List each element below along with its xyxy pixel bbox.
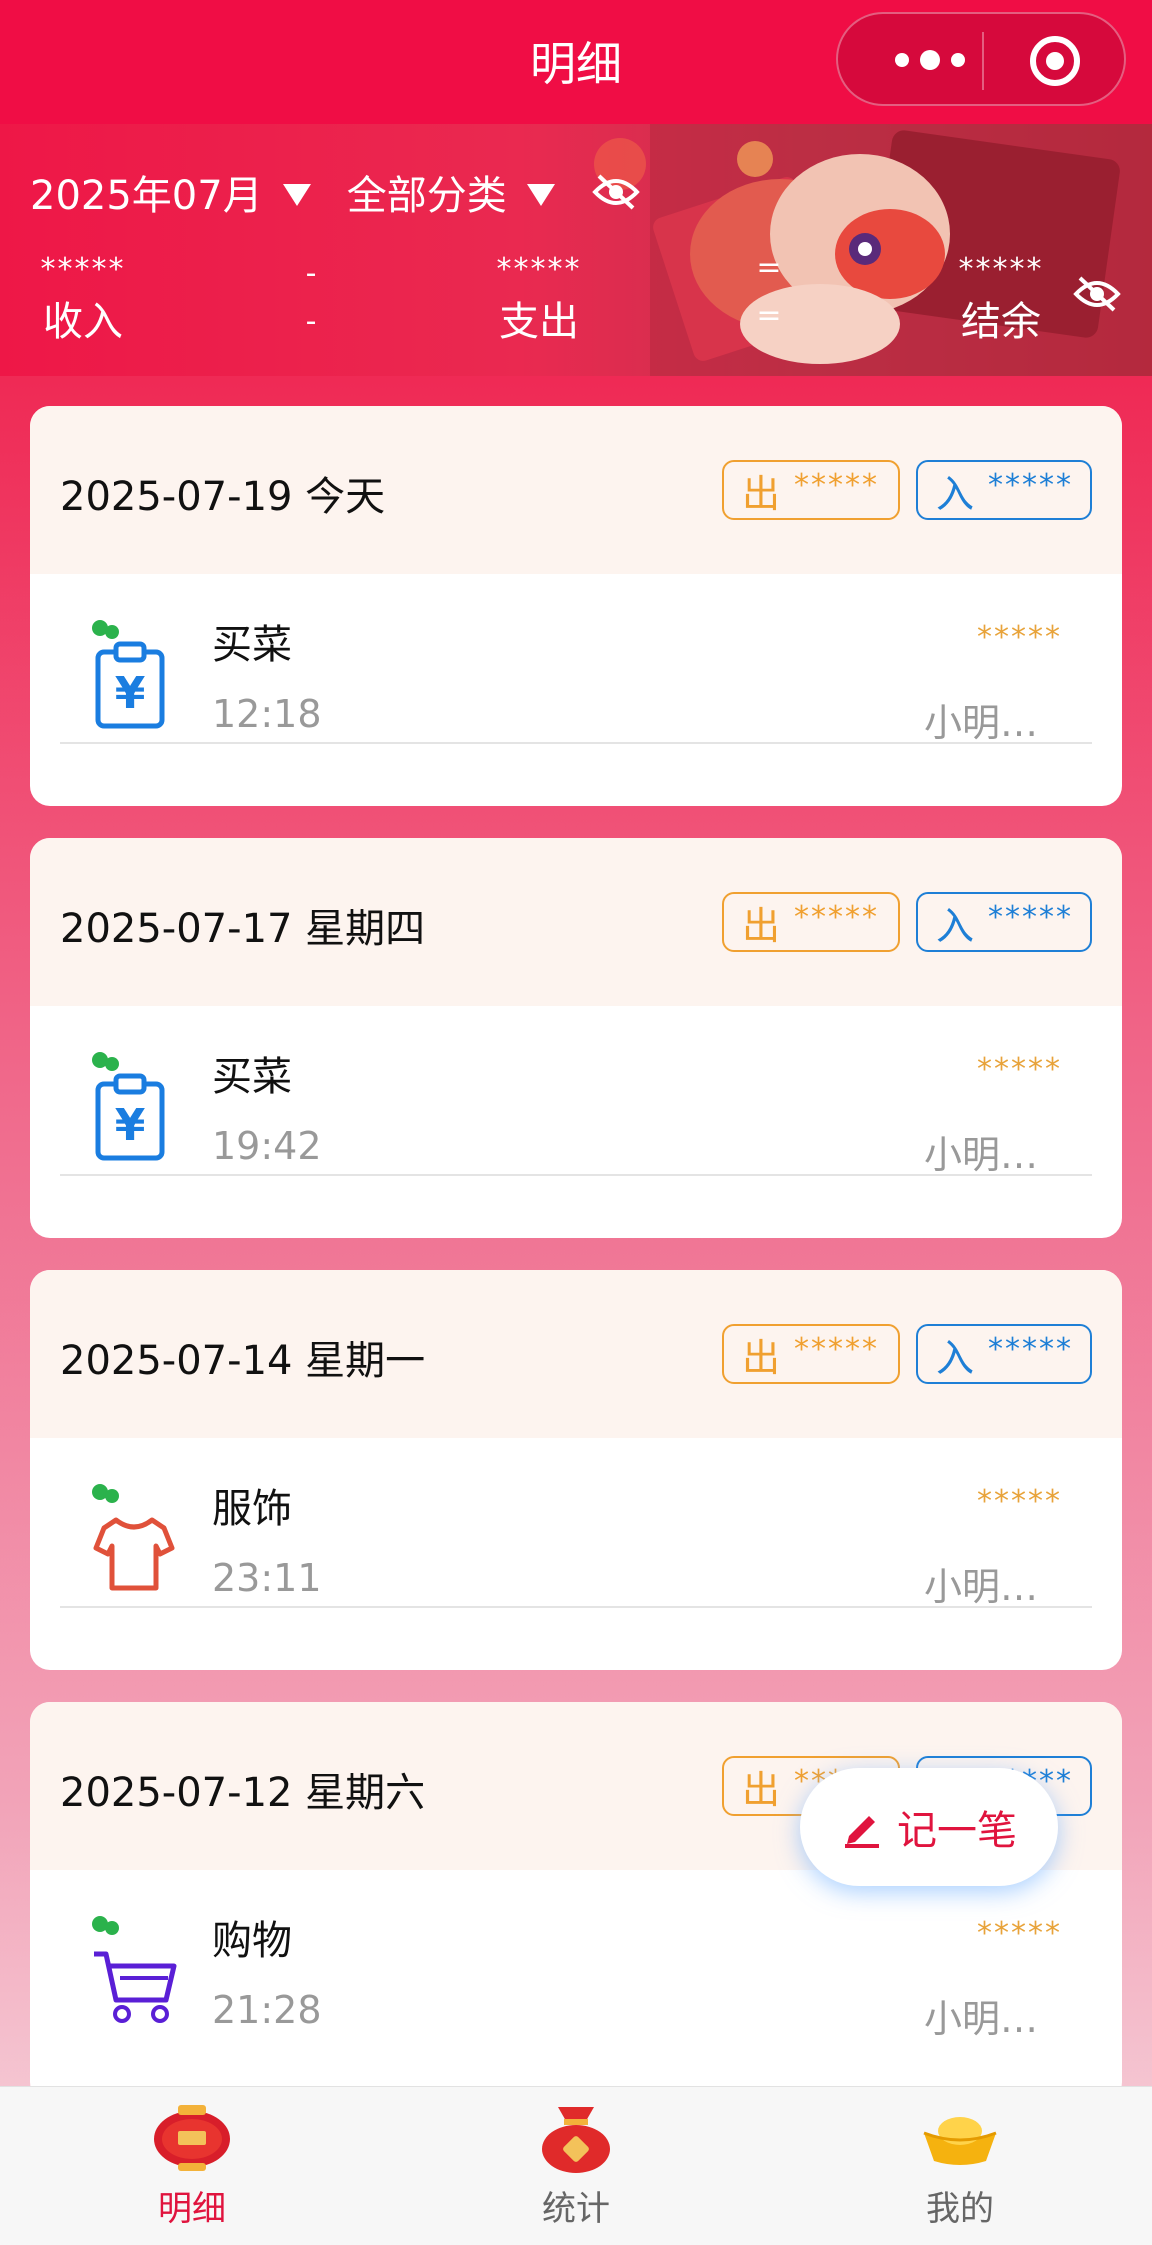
transaction-amount: ***** (977, 1484, 1062, 1519)
transaction-time: 19:42 (212, 1124, 322, 1168)
tshirt-icon (92, 1484, 175, 1591)
expense-summary: ***** 支出 (484, 252, 594, 347)
expense-total-badge: 出 ***** (722, 1324, 900, 1384)
day-header: 2025-07-19 今天 出 ***** 入 ***** (30, 406, 1122, 574)
gold-ingot-icon (923, 2117, 997, 2165)
income-badge-label: 入 (936, 903, 975, 948)
day-header: 2025-07-17 星期四 出 ***** 入 ***** (30, 838, 1122, 1006)
expense-badge-value: ***** (794, 467, 880, 503)
minus-sign: - (305, 256, 317, 291)
eye-off-icon[interactable] (1072, 274, 1122, 314)
transaction-category: 服饰 (212, 1486, 292, 1532)
day-card: 2025-07-17 星期四 出 ***** 入 ***** ¥ 买菜 19:42 … (30, 838, 1122, 1238)
expense-value: ***** (496, 252, 582, 287)
transaction-amount: ***** (977, 1916, 1062, 1951)
day-date: 2025-07-12 星期六 (60, 1770, 426, 1816)
transaction-time: 12:18 (212, 692, 322, 736)
balance-label: 结余 (961, 299, 1041, 345)
income-badge-label: 入 (936, 1335, 975, 1380)
expense-badge-label: 出 (742, 1767, 781, 1812)
balance-value: ***** (958, 252, 1044, 287)
red-lantern-icon (154, 2105, 230, 2171)
expense-badge-label: 出 (742, 903, 781, 948)
lucky-bag-icon (542, 2107, 610, 2173)
transaction-row[interactable]: 服饰 23:11 ***** 小明… (30, 1438, 1122, 1638)
target-icon[interactable] (1028, 34, 1082, 88)
svg-text:¥: ¥ (115, 1100, 146, 1151)
equals-sign: = (756, 250, 782, 285)
income-total-badge: 入 ***** (916, 460, 1092, 520)
svg-text:¥: ¥ (115, 668, 146, 719)
row-divider (60, 1174, 1092, 1176)
minus-sign-2: - (305, 304, 317, 339)
tab-label: 统计 (542, 2189, 610, 2229)
expense-total-badge: 出 ***** (722, 892, 900, 952)
transaction-amount: ***** (977, 620, 1062, 655)
income-badge-value: ***** (988, 1331, 1074, 1367)
day-date: 2025-07-17 星期四 (60, 906, 426, 952)
category-selector[interactable]: 全部分类 (347, 163, 507, 221)
month-selector[interactable]: 2025年07月 (30, 163, 263, 221)
day-date: 2025-07-19 今天 (60, 474, 386, 520)
transaction-member: 小明… (923, 1997, 1038, 2041)
day-card: 2025-07-14 星期一 出 ***** 入 ***** 服饰 23:11 **… (30, 1270, 1122, 1670)
income-badge-value: ***** (988, 899, 1074, 935)
top-nav-bar: 明细 (0, 0, 1152, 124)
day-card: 2025-07-19 今天 出 ***** 入 ***** ¥ 买菜 12:18 *… (30, 406, 1122, 806)
clipboard-yen-icon: ¥ (92, 620, 165, 729)
category-dropdown-icon[interactable] (526, 184, 555, 206)
shopping-cart-icon (92, 1916, 177, 2023)
row-divider (60, 742, 1092, 744)
month-dropdown-icon[interactable] (282, 184, 311, 206)
bottom-tab-bar: 明细 统计 我的 (0, 2086, 1152, 2245)
add-record-label: 记一笔 (897, 1808, 1017, 1854)
eye-off-icon[interactable] (591, 172, 641, 212)
transaction-time: 23:11 (212, 1556, 322, 1600)
income-total-badge: 入 ***** (916, 1324, 1092, 1384)
day-header: 2025-07-14 星期一 出 ***** 入 ***** (30, 1270, 1122, 1438)
tab-label: 我的 (926, 2189, 994, 2229)
equals-sign-2: = (756, 298, 782, 333)
expense-badge-value: ***** (794, 1331, 880, 1367)
transaction-row[interactable]: ¥ 买菜 19:42 ***** 小明… (30, 1006, 1122, 1206)
expense-badge-label: 出 (742, 1335, 781, 1380)
summary-banner: 2025年07月 全部分类 ***** 收入 - - ***** 支出 = = … (0, 124, 1152, 376)
day-date: 2025-07-14 星期一 (60, 1338, 426, 1384)
transaction-amount: ***** (977, 1052, 1062, 1087)
pencil-icon (845, 1816, 879, 1848)
transaction-category: 买菜 (212, 1054, 292, 1100)
tab-profile[interactable]: 我的 (768, 2087, 1152, 2245)
expense-badge-value: ***** (794, 899, 880, 935)
income-value: ***** (40, 252, 126, 287)
income-label: 收入 (43, 299, 123, 345)
tab-label: 明细 (158, 2189, 226, 2229)
lion-dance-illustration (594, 124, 1152, 376)
transaction-row[interactable]: ¥ 买菜 12:18 ***** 小明… (30, 574, 1122, 774)
expense-label: 支出 (499, 299, 579, 345)
expense-total-badge: 出 ***** (722, 460, 900, 520)
expense-badge-label: 出 (742, 471, 781, 516)
tab-details[interactable]: 明细 (0, 2087, 384, 2245)
income-total-badge: 入 ***** (916, 892, 1092, 952)
row-divider (60, 1606, 1092, 1608)
clipboard-yen-icon: ¥ (92, 1052, 165, 1161)
transaction-category: 购物 (212, 1918, 292, 1964)
income-badge-value: ***** (988, 467, 1074, 503)
income-badge-label: 入 (936, 471, 975, 516)
transaction-category: 买菜 (212, 622, 292, 668)
tab-statistics[interactable]: 统计 (384, 2087, 768, 2245)
add-record-button[interactable]: 记一笔 (800, 1768, 1058, 1886)
transaction-member: 小明… (923, 1133, 1038, 1177)
transaction-member: 小明… (923, 1565, 1038, 1609)
more-dots-icon[interactable] (880, 40, 980, 80)
day-card: 2025-07-12 星期六 出***** 入***** 购物 21:28 **… (30, 1702, 1122, 2102)
capsule-divider (982, 32, 984, 90)
income-summary: ***** 收入 (28, 252, 138, 347)
filter-row: 2025年07月 全部分类 (30, 162, 641, 222)
balance-summary: ***** 结余 (946, 252, 1056, 347)
transaction-time: 21:28 (212, 1988, 322, 2032)
transaction-row[interactable]: 购物 21:28 ***** 小明… (30, 1870, 1122, 2070)
transaction-member: 小明… (923, 701, 1038, 745)
mini-program-capsule (836, 12, 1126, 106)
